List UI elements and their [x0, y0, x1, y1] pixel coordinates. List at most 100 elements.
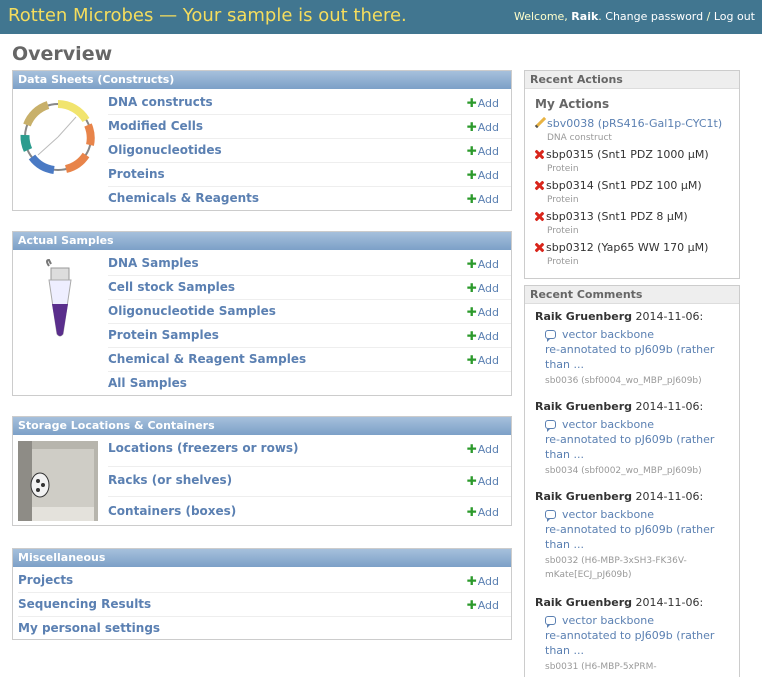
- sequencing-results-link[interactable]: Sequencing Results: [18, 597, 151, 611]
- add-button[interactable]: ✚Add: [467, 598, 499, 612]
- action-type: Protein: [547, 226, 579, 236]
- comment-item: Raik Gruenberg 2014-11-06: vector backbo…: [535, 400, 735, 478]
- plus-icon: ✚: [466, 305, 477, 319]
- containers-link[interactable]: Containers (boxes): [108, 504, 236, 518]
- my-actions-heading: My Actions: [535, 97, 610, 111]
- add-button[interactable]: ✚Add: [467, 329, 499, 343]
- proteins-link[interactable]: Proteins: [108, 167, 165, 181]
- sample-tube-image: [46, 258, 72, 337]
- comment-meta: sb0032 (H6-MBP-3xSH3-FK36V-mKate[ECJ_pJ6…: [545, 556, 687, 580]
- comment-link[interactable]: vector backbone re-annotated to pJ609b (r…: [545, 327, 735, 372]
- comment-date: 2014-11-06:: [635, 310, 704, 323]
- locations-link[interactable]: Locations (freezers or rows): [108, 441, 299, 455]
- projects-link[interactable]: Projects: [18, 573, 73, 587]
- comment-link[interactable]: vector backbone re-annotated to pJ609b (r…: [545, 417, 735, 462]
- logout-link[interactable]: Log out: [714, 10, 755, 23]
- plus-icon: ✚: [466, 192, 477, 206]
- protein-samples-link[interactable]: Protein Samples: [108, 328, 219, 342]
- list-item-sequencing-results: Sequencing Results ✚Add: [18, 593, 511, 617]
- comment-date: 2014-11-06:: [635, 596, 704, 609]
- comment-author: Raik Gruenberg: [535, 310, 633, 323]
- action-text: sbp0314 (Snt1 PDZ 100 µM): [546, 179, 702, 192]
- module-caption: Recent Actions: [525, 71, 739, 89]
- add-button[interactable]: ✚Add: [467, 144, 499, 158]
- chemical-samples-link[interactable]: Chemical & Reagent Samples: [108, 352, 306, 366]
- modified-cells-link[interactable]: Modified Cells: [108, 119, 203, 133]
- list-item-racks: Racks (or shelves) ✚Add: [108, 467, 511, 497]
- add-button[interactable]: ✚Add: [467, 474, 499, 488]
- list-item-dna-constructs: DNA constructs ✚Add: [108, 91, 511, 115]
- module-caption: Recent Comments: [525, 286, 739, 304]
- recent-actions-module: Recent Actions My Actions sbv0038 (pRS41…: [524, 70, 740, 279]
- recent-comments-module: Recent Comments Raik Gruenberg 2014-11-0…: [524, 285, 740, 677]
- dna-constructs-link[interactable]: DNA constructs: [108, 95, 213, 109]
- action-type: Protein: [547, 257, 579, 267]
- comment-link[interactable]: vector backbone re-annotated to pJ609b (r…: [545, 613, 735, 658]
- comment-author: Raik Gruenberg: [535, 400, 633, 413]
- plus-icon: ✚: [466, 281, 477, 295]
- plus-icon: ✚: [466, 505, 477, 519]
- header-bar: Rotten Microbes — Your sample is out the…: [0, 0, 762, 34]
- delete-icon: [535, 212, 544, 221]
- comment-icon: [545, 420, 556, 432]
- chemicals-link[interactable]: Chemicals & Reagents: [108, 191, 259, 205]
- delete-icon: [535, 150, 544, 159]
- personal-settings-link[interactable]: My personal settings: [18, 621, 160, 635]
- list-item-chemical-samples: Chemical & Reagent Samples ✚Add: [108, 348, 511, 372]
- plus-icon: ✚: [466, 442, 477, 456]
- add-button[interactable]: ✚Add: [467, 353, 499, 367]
- action-type: Protein: [547, 195, 579, 205]
- cell-stock-samples-link[interactable]: Cell stock Samples: [108, 280, 235, 294]
- add-button[interactable]: ✚Add: [467, 305, 499, 319]
- comment-icon: [545, 330, 556, 342]
- add-button[interactable]: ✚Add: [467, 505, 499, 519]
- delete-icon: [535, 243, 544, 252]
- module-caption: Miscellaneous: [13, 549, 511, 567]
- add-button[interactable]: ✚Add: [467, 281, 499, 295]
- list-item-oligonucleotide-samples: Oligonucleotide Samples ✚Add: [108, 300, 511, 324]
- add-button[interactable]: ✚Add: [467, 120, 499, 134]
- list-item-cell-stock-samples: Cell stock Samples ✚Add: [108, 276, 511, 300]
- plasmid-map-image: [20, 100, 95, 174]
- plus-icon: ✚: [466, 474, 477, 488]
- pencil-icon: [535, 117, 545, 127]
- site-title[interactable]: Rotten Microbes — Your sample is out the…: [8, 5, 407, 26]
- plus-icon: ✚: [466, 574, 477, 588]
- add-button[interactable]: ✚Add: [467, 574, 499, 588]
- plus-icon: ✚: [466, 329, 477, 343]
- oligonucleotide-samples-link[interactable]: Oligonucleotide Samples: [108, 304, 276, 318]
- racks-link[interactable]: Racks (or shelves): [108, 473, 232, 487]
- comment-item: Raik Gruenberg 2014-11-06: vector backbo…: [535, 310, 735, 388]
- comment-icon: [545, 510, 556, 522]
- add-button[interactable]: ✚Add: [467, 442, 499, 456]
- module-caption: Actual Samples: [13, 232, 511, 250]
- actual-samples-module: Actual Samples DNA Samples ✚Add Cell sto…: [12, 231, 512, 396]
- list-item-personal-settings: My personal settings: [18, 617, 511, 640]
- comment-author: Raik Gruenberg: [535, 490, 633, 503]
- list-item-all-samples: All Samples: [108, 372, 511, 396]
- add-button[interactable]: ✚Add: [467, 257, 499, 271]
- comment-item: Raik Gruenberg 2014-11-06: vector backbo…: [535, 596, 735, 674]
- comment-date: 2014-11-06:: [635, 490, 704, 503]
- change-password-link[interactable]: Change password: [605, 10, 703, 23]
- oligonucleotides-link[interactable]: Oligonucleotides: [108, 143, 222, 157]
- welcome-text: Welcome,: [513, 10, 572, 23]
- plus-icon: ✚: [466, 353, 477, 367]
- plus-icon: ✚: [466, 144, 477, 158]
- action-text: sbp0313 (Snt1 PDZ 8 µM): [546, 210, 688, 223]
- add-button[interactable]: ✚Add: [467, 96, 499, 110]
- comment-link[interactable]: vector backbone re-annotated to pJ609b (r…: [545, 507, 735, 552]
- module-caption: Data Sheets (Constructs): [13, 71, 511, 89]
- comment-meta: sb0036 (sbf0004_wo_MBP_pJ609b): [545, 376, 702, 386]
- dna-samples-link[interactable]: DNA Samples: [108, 256, 199, 270]
- all-samples-link[interactable]: All Samples: [108, 376, 187, 390]
- freezer-image: [18, 441, 98, 521]
- action-link[interactable]: sbv0038 (pRS416-Gal1p-CYC1t): [547, 117, 722, 130]
- add-button[interactable]: ✚Add: [467, 168, 499, 182]
- plus-icon: ✚: [466, 96, 477, 110]
- module-caption: Storage Locations & Containers: [13, 417, 511, 435]
- add-button[interactable]: ✚Add: [467, 192, 499, 206]
- list-item-containers: Containers (boxes) ✚Add: [108, 497, 511, 526]
- list-item-projects: Projects ✚Add: [18, 569, 511, 593]
- action-item: sbp0312 (Yap65 WW 170 µM) Protein: [535, 241, 708, 267]
